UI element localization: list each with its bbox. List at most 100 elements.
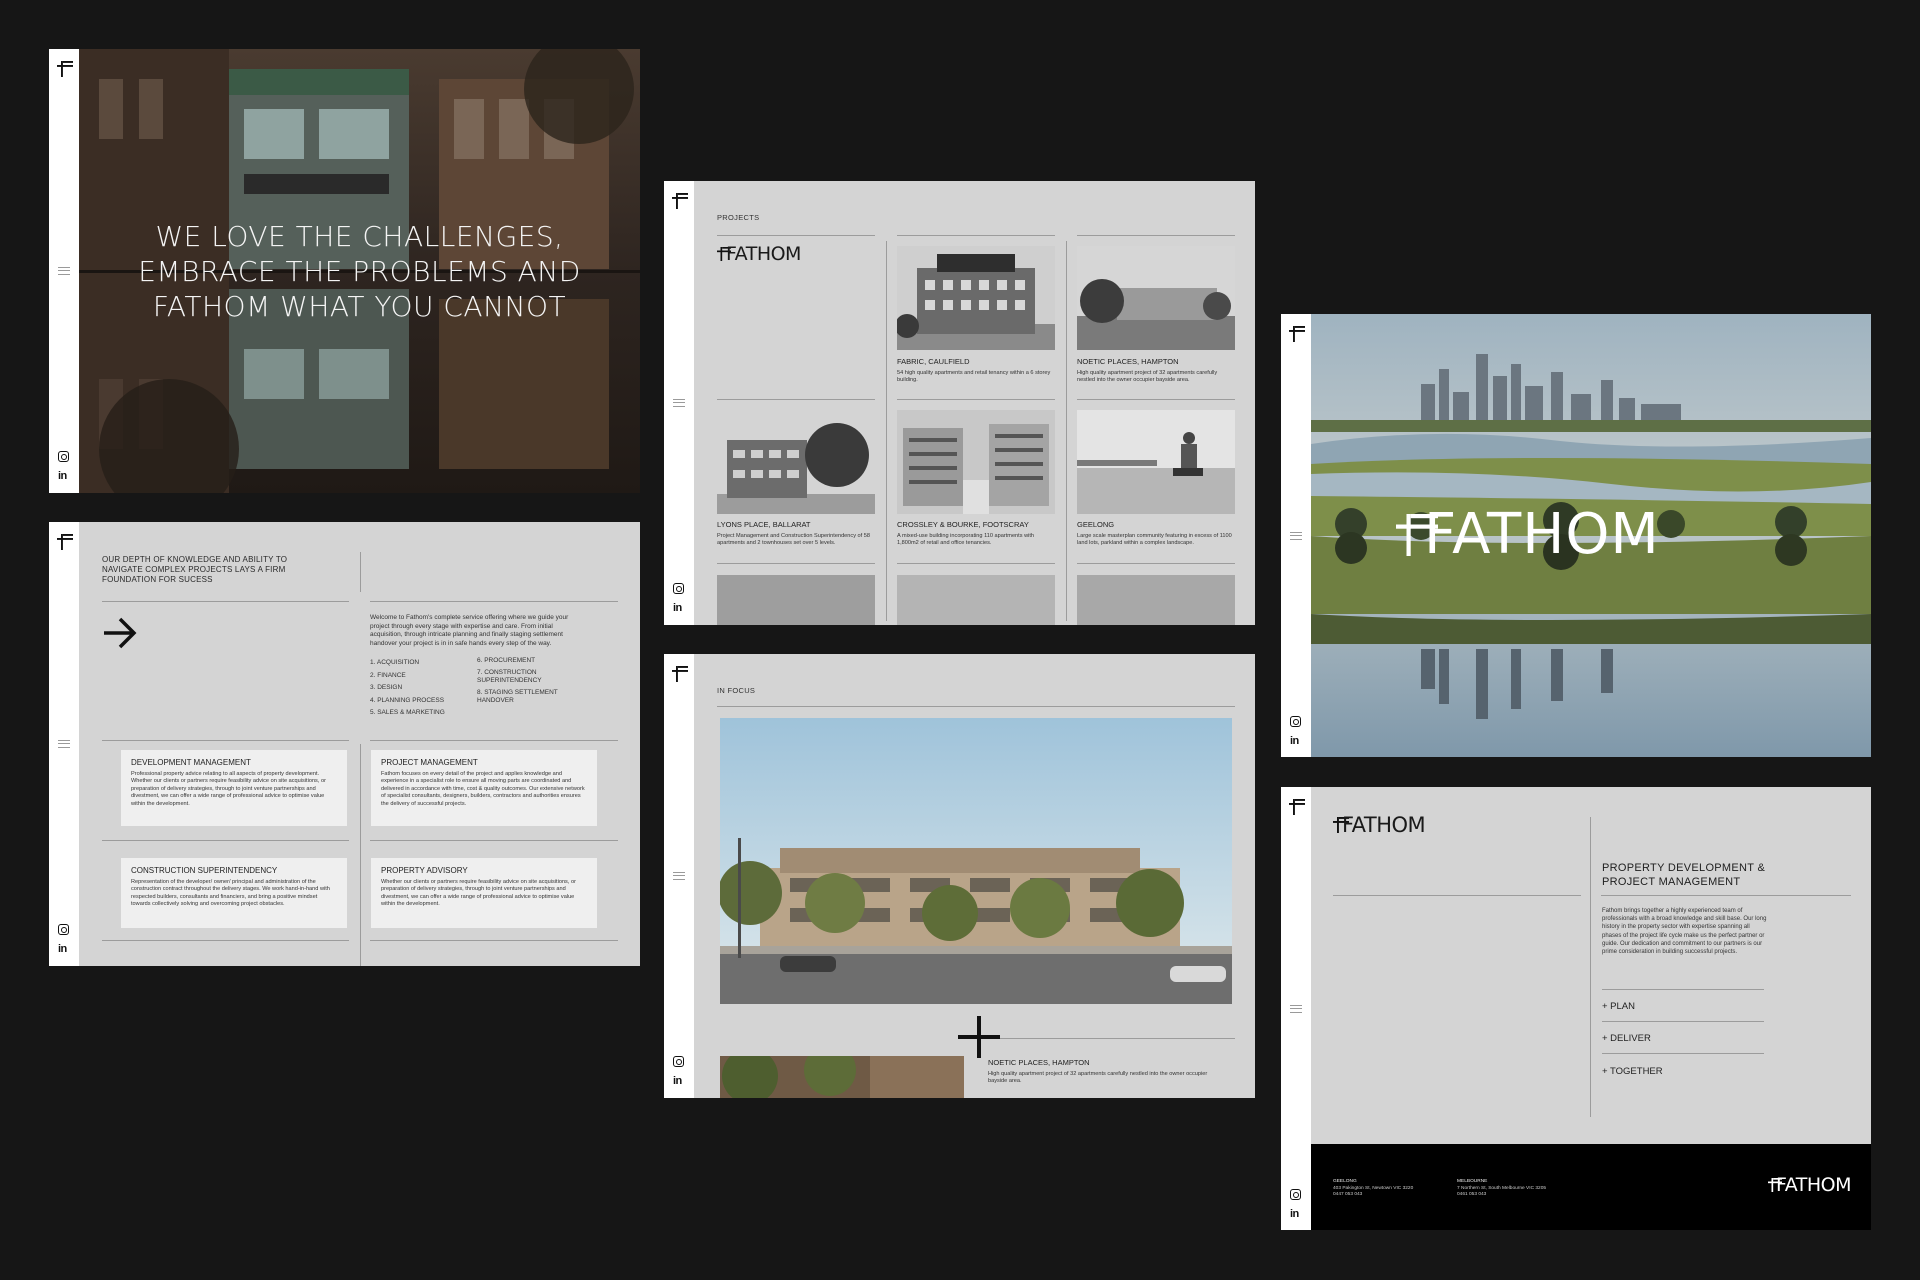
service-card[interactable]: CONSTRUCTION SUPERINTENDENCY Representat…	[121, 858, 347, 928]
linkedin-icon[interactable]: in	[1290, 735, 1299, 747]
in-focus-panel: in IN FOCUS NOETIC PLACES, HAMPTON High …	[664, 654, 1255, 1098]
instagram-icon[interactable]	[673, 583, 684, 594]
office-melbourne: MELBOURNE 7 Northern St, South Melbourne…	[1457, 1179, 1546, 1199]
nav-link-plan[interactable]: + PLAN	[1602, 1001, 1635, 1012]
divider	[1066, 241, 1067, 621]
instagram-icon[interactable]	[1290, 1189, 1301, 1200]
divider	[1601, 895, 1851, 896]
service-card[interactable]: PROJECT MANAGEMENT Fathom focuses on eve…	[371, 750, 597, 826]
project-title[interactable]: GEELONG	[1077, 520, 1114, 529]
divider	[717, 235, 875, 236]
fathom-mark-icon[interactable]	[57, 61, 73, 77]
project-desc: 54 high quality apartments and retail te…	[897, 370, 1051, 383]
side-rail: in	[1281, 314, 1311, 757]
instagram-icon[interactable]	[58, 924, 69, 935]
divider	[717, 706, 1235, 707]
fathom-mark-icon[interactable]	[1289, 799, 1305, 815]
divider	[360, 552, 361, 592]
arrow-right-icon[interactable]	[101, 614, 139, 652]
side-rail: in	[49, 49, 79, 493]
divider	[1333, 895, 1581, 896]
card-body: Professional property advice relating to…	[131, 771, 326, 807]
linkedin-icon[interactable]: in	[673, 1075, 682, 1087]
divider	[897, 563, 1055, 564]
project-title[interactable]: FABRIC, CAULFIELD	[897, 357, 970, 366]
fathom-mark-icon[interactable]	[57, 534, 73, 550]
fathom-wordmark: FATHOM	[717, 243, 801, 265]
nav-link-deliver[interactable]: + DELIVER	[1602, 1033, 1651, 1044]
fathom-mark-icon[interactable]	[1289, 326, 1305, 342]
instagram-icon[interactable]	[58, 451, 69, 462]
divider	[370, 940, 618, 941]
divider	[102, 740, 349, 741]
menu-icon[interactable]	[58, 740, 70, 748]
project-photo[interactable]	[1077, 575, 1235, 625]
instagram-icon[interactable]	[1290, 716, 1301, 727]
divider	[370, 601, 618, 602]
project-desc: Large scale masterplan community featuri…	[1077, 533, 1232, 546]
divider	[1602, 1053, 1764, 1054]
project-title[interactable]: CROSSLEY & BOURKE, FOOTSCRAY	[897, 520, 1029, 529]
brand-name: FATHOM	[1342, 813, 1426, 837]
divider	[897, 399, 1055, 400]
office-phone: 0447 053 043	[1333, 1192, 1363, 1197]
office-geelong: GEELONG 403 Pakington St, Newtown VIC 32…	[1333, 1179, 1413, 1199]
divider	[102, 601, 349, 602]
menu-icon[interactable]	[673, 399, 685, 407]
divider	[370, 740, 618, 741]
focus-hero-photo[interactable]	[720, 718, 1232, 1004]
footer-bar: GEELONG 403 Pakington St, Newtown VIC 32…	[1311, 1144, 1871, 1230]
divider	[1602, 1021, 1764, 1022]
project-photo[interactable]	[717, 410, 875, 514]
project-photo[interactable]	[897, 575, 1055, 625]
about-heading: PROPERTY DEVELOPMENT & PROJECT MANAGEMEN…	[1602, 862, 1766, 888]
steps-right: 6. PROCUREMENT 7. CONSTRUCTION SUPERINTE…	[477, 657, 572, 705]
card-title: PROPERTY ADVISORY	[381, 866, 468, 875]
plus-cross-icon	[958, 1016, 1000, 1058]
side-rail: in	[664, 181, 694, 625]
divider	[1077, 399, 1235, 400]
divider	[717, 399, 875, 400]
linkedin-icon[interactable]: in	[58, 943, 67, 955]
hero-headline: WE LOVE THE CHALLENGES, EMBRACE THE PROB…	[79, 219, 640, 324]
side-rail: in	[1281, 787, 1311, 1230]
menu-icon[interactable]	[58, 267, 70, 275]
step-item: 4. PLANNING PROCESS	[370, 696, 445, 704]
linkedin-icon[interactable]: in	[673, 602, 682, 614]
linkedin-icon[interactable]: in	[1290, 1208, 1299, 1220]
project-photo[interactable]	[897, 246, 1055, 350]
project-title[interactable]: NOETIC PLACES, HAMPTON	[988, 1058, 1090, 1067]
linkedin-icon[interactable]: in	[58, 470, 67, 482]
project-photo[interactable]	[897, 410, 1055, 514]
fathom-mark-icon[interactable]	[672, 193, 688, 209]
divider	[1077, 563, 1235, 564]
project-photo[interactable]	[1077, 246, 1235, 350]
project-photo[interactable]	[1077, 410, 1235, 514]
showcase-canvas: in WE LOVE THE CHALLENGES, EMBRACE THE P…	[0, 0, 1920, 1280]
hero-headline-line: WE LOVE THE CHALLENGES,	[155, 220, 564, 253]
project-title[interactable]: LYONS PLACE, BALLARAT	[717, 520, 811, 529]
project-title[interactable]: NOETIC PLACES, HAMPTON	[1077, 357, 1179, 366]
footer-wordmark[interactable]: FATHOM	[1768, 1174, 1851, 1196]
service-card[interactable]: PROPERTY ADVISORY Whether our clients or…	[371, 858, 597, 928]
project-desc: High quality apartment project of 32 apa…	[988, 1071, 1208, 1084]
focus-secondary-photo[interactable]	[720, 1056, 964, 1098]
service-card[interactable]: DEVELOPMENT MANAGEMENT Professional prop…	[121, 750, 347, 826]
fathom-wordmark: FATHOM	[1333, 813, 1426, 837]
menu-icon[interactable]	[1290, 532, 1302, 540]
card-title: PROJECT MANAGEMENT	[381, 758, 478, 767]
project-desc: Project Management and Construction Supe…	[717, 533, 870, 546]
step-item: 1. ACQUISITION	[370, 659, 420, 666]
project-photo[interactable]	[717, 575, 875, 625]
instagram-icon[interactable]	[673, 1056, 684, 1067]
nav-link-together[interactable]: + TOGETHER	[1602, 1066, 1663, 1077]
card-title: CONSTRUCTION SUPERINTENDENCY	[131, 866, 278, 875]
fathom-mark-icon[interactable]	[672, 666, 688, 682]
menu-icon[interactable]	[673, 872, 685, 880]
step-item: 5. SALES & MARKETING	[370, 709, 445, 716]
project-desc: A mixed-use building incorporating 110 a…	[897, 533, 1035, 546]
side-rail: in	[49, 522, 79, 966]
menu-icon[interactable]	[1290, 1005, 1302, 1013]
city-panel: in FATHOM	[1281, 314, 1871, 757]
divider	[102, 940, 349, 941]
